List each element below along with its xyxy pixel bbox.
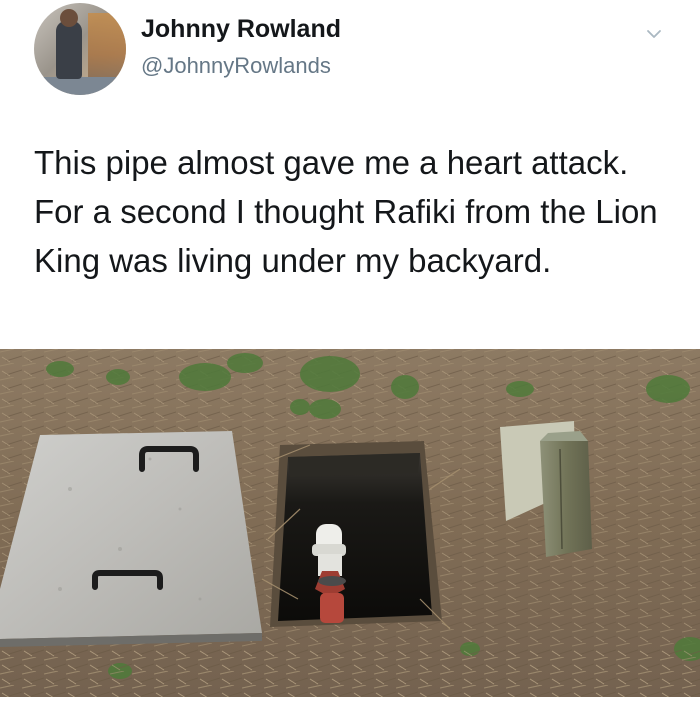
avatar-ground bbox=[34, 77, 126, 95]
avatar-person bbox=[56, 21, 82, 79]
tweet-photo[interactable] bbox=[0, 349, 700, 697]
tweet-card: Johnny Rowland @JohnnyRowlands This pipe… bbox=[0, 0, 700, 722]
avatar[interactable] bbox=[34, 3, 126, 95]
author-name[interactable]: Johnny Rowland bbox=[141, 15, 341, 44]
author-handle[interactable]: @JohnnyRowlands bbox=[141, 53, 331, 79]
tweet-text: This pipe almost gave me a heart attack.… bbox=[34, 144, 658, 279]
avatar-person-head bbox=[60, 9, 78, 27]
tweet-footer-strip bbox=[0, 697, 700, 722]
avatar-background bbox=[88, 13, 126, 83]
chevron-down-icon[interactable] bbox=[646, 26, 662, 42]
